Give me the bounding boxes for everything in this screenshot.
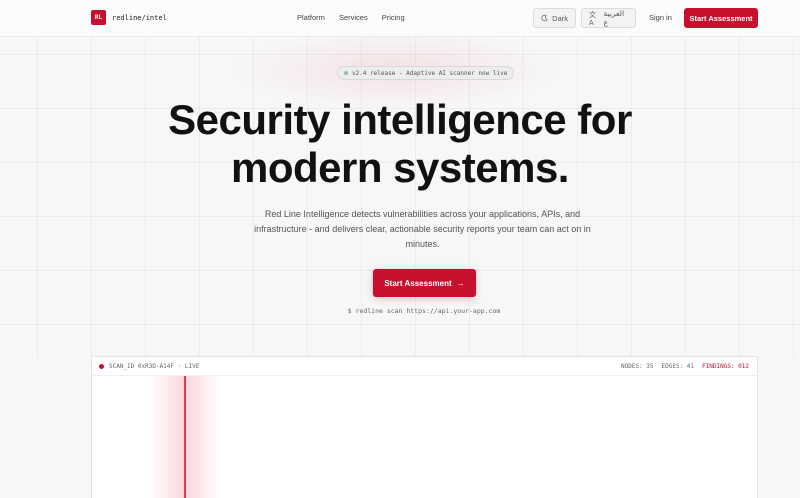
nodes-count: NODES: 35: [621, 362, 654, 370]
scan-id: SCAN_ID 0xR3D-A14F · LIVE: [109, 362, 200, 370]
hero-headline: Security intelligence for modern systems…: [0, 96, 800, 192]
findings-count: FINDINGS: 012: [702, 362, 749, 370]
scan-id-group: SCAN_ID 0xR3D-A14F · LIVE: [99, 363, 199, 370]
release-badge[interactable]: v2.4 release - Adaptive AI scanner now l…: [337, 66, 515, 80]
arrow-right-icon: →: [456, 278, 465, 288]
scan-stats: NODES: 35 EDGES: 41 FINDINGS: 012: [621, 363, 749, 370]
nav-link-platform[interactable]: Platform: [297, 13, 325, 22]
status-dot-icon: [344, 71, 348, 75]
scan-panel-header: SCAN_ID 0xR3D-A14F · LIVE NODES: 35 EDGE…: [92, 357, 757, 376]
sign-in-link[interactable]: Sign in: [649, 13, 672, 22]
live-dot-icon: [99, 363, 104, 369]
nav-links: Platform Services Pricing: [297, 13, 405, 22]
top-nav: RL redline/intel Platform Services Prici…: [0, 0, 800, 37]
release-badge-text: v2.4 release - Adaptive AI scanner now l…: [352, 69, 508, 77]
logo-text: redline/intel: [112, 13, 167, 22]
headline-line-2: modern systems.: [231, 144, 569, 191]
headline-line-1: Security intelligence for: [168, 96, 632, 143]
scan-command: $ redline scan https://api.your-app.com: [347, 307, 501, 315]
moon-icon: [541, 14, 548, 22]
edges-count: EDGES: 41: [661, 362, 695, 370]
language-label: العربية ع: [603, 9, 625, 27]
nav-link-services[interactable]: Services: [339, 13, 368, 22]
hero-start-assessment-button[interactable]: Start Assessment →: [373, 269, 476, 297]
hero-subtext: Red Line Intelligence detects vulnerabil…: [254, 209, 591, 249]
hero-cta-label: Start Assessment: [384, 278, 452, 288]
theme-toggle-button[interactable]: Dark: [533, 8, 576, 28]
nav-link-pricing[interactable]: Pricing: [382, 13, 405, 22]
scan-line: [184, 376, 186, 498]
translate-icon: 文A: [589, 11, 596, 27]
nav-start-assessment-button[interactable]: Start Assessment: [684, 8, 758, 28]
theme-toggle-label: Dark: [552, 13, 568, 23]
language-button[interactable]: 文A العربية ع: [581, 8, 636, 28]
logo[interactable]: RL redline/intel: [91, 10, 167, 25]
logo-mark: RL: [91, 10, 106, 25]
